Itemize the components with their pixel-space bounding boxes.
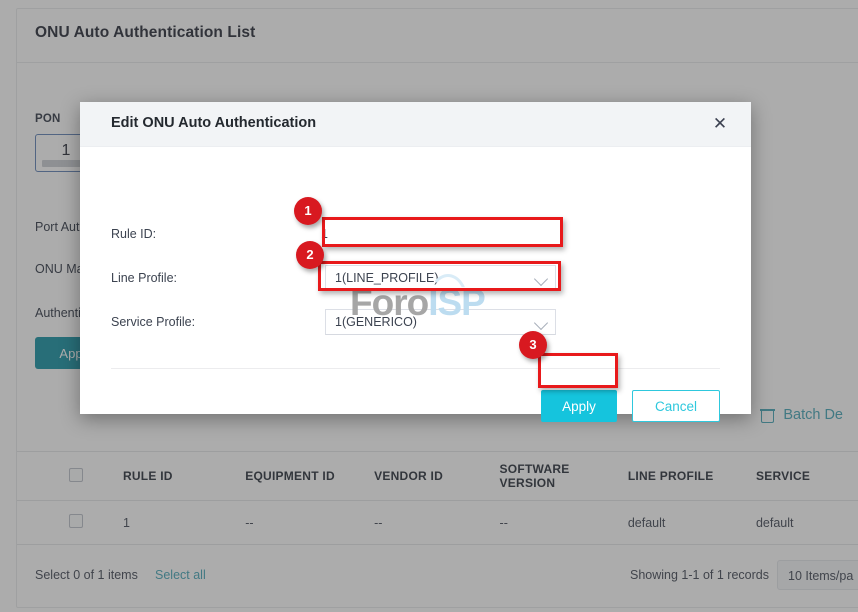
cancel-button[interactable]: Cancel (632, 390, 720, 422)
dialog-divider (111, 368, 720, 369)
highlight-apply (538, 353, 618, 388)
highlight-service-profile (318, 261, 561, 291)
annotation-badge-1: 1 (294, 197, 322, 225)
line-profile-label: Line Profile: (111, 271, 178, 285)
dialog-header: Edit ONU Auto Authentication ✕ (80, 102, 751, 147)
apply-button[interactable]: Apply (541, 390, 617, 422)
service-profile-select[interactable]: 1(GENERICO) (325, 309, 556, 335)
edit-onu-auto-authentication-dialog: Edit ONU Auto Authentication ✕ Rule ID: … (80, 102, 751, 422)
annotation-badge-3: 3 (519, 331, 547, 359)
rule-id-label: Rule ID: (111, 227, 157, 241)
annotation-badge-2: 2 (296, 241, 324, 269)
dialog-title: Edit ONU Auto Authentication (111, 115, 317, 131)
chevron-down-icon (533, 315, 549, 331)
service-profile-select-value: 1(GENERICO) (335, 315, 417, 329)
screen: ONU Auto Authentication List PON 1 Port … (0, 0, 858, 612)
highlight-line-profile (322, 217, 563, 247)
service-profile-label: Service Profile: (111, 315, 196, 329)
close-icon[interactable]: ✕ (709, 113, 731, 135)
